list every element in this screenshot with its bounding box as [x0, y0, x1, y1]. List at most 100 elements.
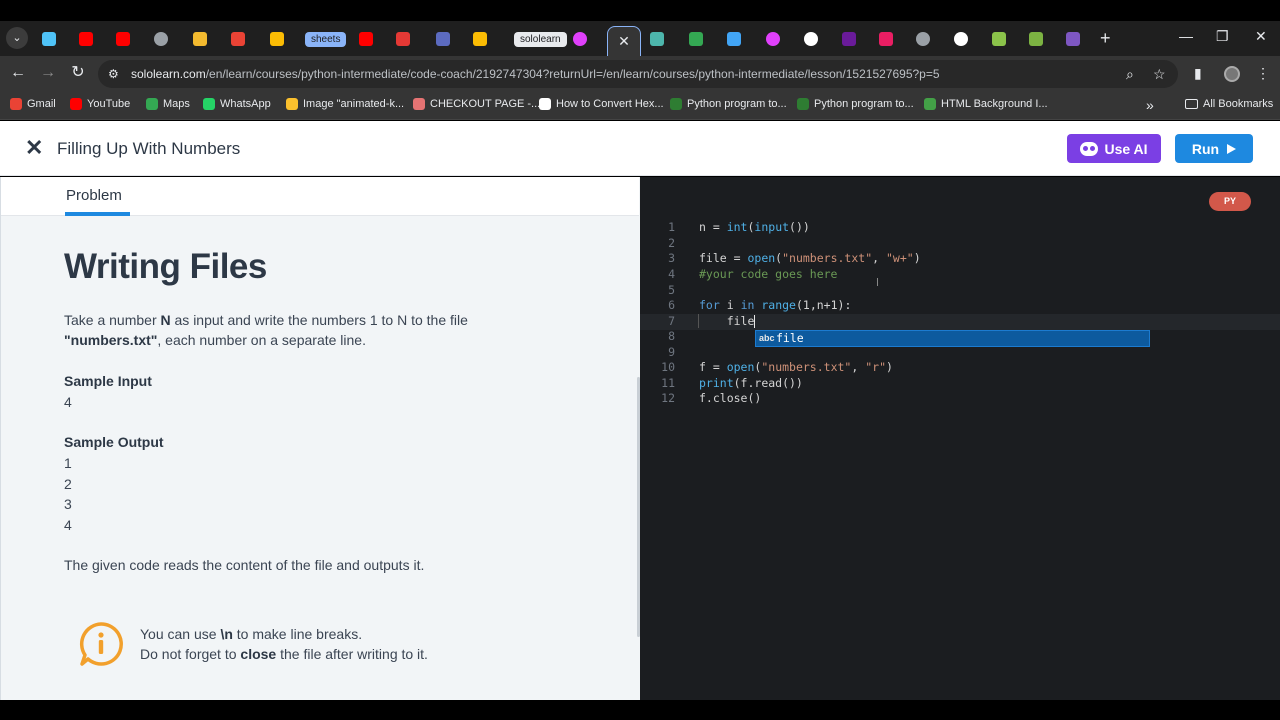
tab-chatgpt[interactable]: [436, 25, 450, 53]
close-tab-icon[interactable]: ✕: [618, 33, 630, 49]
close-lesson-button[interactable]: ✕: [25, 137, 43, 159]
tab-sheets[interactable]: sheets: [305, 25, 347, 53]
tab-chrome[interactable]: [954, 25, 968, 53]
tab-tree[interactable]: [992, 25, 1006, 53]
code-line[interactable]: 11 print(f.read()): [640, 376, 1280, 392]
tab-cloud[interactable]: [1066, 25, 1080, 53]
url-text[interactable]: sololearn.com/en/learn/courses/python-in…: [131, 67, 940, 81]
new-tab-button[interactable]: +: [1100, 29, 1111, 47]
use-ai-label: Use AI: [1104, 140, 1148, 157]
youtube-icon: [116, 32, 130, 46]
tab-drive[interactable]: [689, 25, 703, 53]
language-badge: PY: [1209, 192, 1251, 211]
tab-green[interactable]: [1029, 25, 1043, 53]
swirl-icon: [766, 32, 780, 46]
tab-red[interactable]: [396, 25, 410, 53]
side-panel-icon[interactable]: ▮: [1194, 65, 1202, 82]
mouse-cursor: [877, 278, 878, 286]
bookmark-star-icon[interactable]: ☆: [1153, 66, 1166, 83]
tab-upwork[interactable]: [842, 25, 856, 53]
moon-icon: [727, 32, 741, 46]
tab-sololearn[interactable]: sololearn: [514, 25, 567, 53]
bottom-black-bar: [0, 700, 1280, 720]
bookmark-image[interactable]: Image "animated-k...: [286, 98, 404, 110]
tab-strip: ⌄ sheets sololearn ✕ + — ❐ ✕: [0, 21, 1280, 56]
tab-m[interactable]: [42, 25, 56, 53]
minimize-button[interactable]: —: [1179, 28, 1193, 44]
bookmark-python-1[interactable]: Python program to...: [670, 98, 787, 110]
maximize-button[interactable]: ❐: [1216, 28, 1229, 45]
code-line-current[interactable]: 7 file: [640, 314, 1280, 330]
info-icon: [79, 622, 123, 666]
code-line[interactable]: 3 file = open("numbers.txt", "w+"): [640, 251, 1280, 267]
back-button[interactable]: ←: [8, 64, 28, 82]
bookmark-whatsapp[interactable]: WhatsApp: [203, 98, 271, 110]
code-line[interactable]: 2: [640, 236, 1280, 252]
text-kind-icon: abc: [759, 333, 775, 343]
tab-swirl-1[interactable]: [573, 25, 587, 53]
reload-button[interactable]: ↻: [68, 64, 88, 82]
use-ai-button[interactable]: Use AI: [1067, 134, 1161, 163]
tab-maps[interactable]: [270, 25, 284, 53]
sample-output-line: 2: [64, 476, 72, 492]
bookmark-label: How to Convert Hex...: [556, 98, 664, 110]
bookmarks-overflow-button[interactable]: »: [1146, 97, 1154, 113]
code-line[interactable]: 5: [640, 283, 1280, 299]
profile-avatar[interactable]: [1224, 66, 1240, 82]
tab-swirl-2[interactable]: [766, 25, 780, 53]
ai-icon: [1080, 141, 1099, 156]
code-line[interactable]: 6 for i in range(1,n+1):: [640, 298, 1280, 314]
hint-line1: You can use \n to make line breaks.: [140, 626, 363, 642]
tab-youtube-1[interactable]: [79, 25, 93, 53]
tab-teal[interactable]: [650, 25, 664, 53]
tab-gmail[interactable]: [231, 25, 245, 53]
hint-line2: Do not forget to close the file after wr…: [140, 646, 428, 662]
tab-youtube-3[interactable]: [359, 25, 373, 53]
code-line[interactable]: 4 #your code goes here: [640, 267, 1280, 283]
forward-button[interactable]: →: [38, 64, 58, 82]
tab-binance[interactable]: [193, 25, 207, 53]
tab-problem[interactable]: Problem: [66, 187, 122, 204]
autocomplete-suggestion[interactable]: abc file: [755, 330, 1150, 347]
bookmark-html-bg[interactable]: HTML Background I...: [924, 98, 1048, 110]
site-info-icon[interactable]: ⚙: [108, 67, 122, 81]
code-line[interactable]: 12 f.close(): [640, 391, 1280, 407]
m-icon: [42, 32, 56, 46]
bookmark-hex[interactable]: How to Convert Hex...: [539, 98, 664, 110]
bookmark-maps[interactable]: Maps: [146, 98, 190, 110]
bookmark-python-2[interactable]: Python program to...: [797, 98, 914, 110]
bookmark-checkout[interactable]: CHECKOUT PAGE -...: [413, 98, 540, 110]
run-button[interactable]: Run: [1175, 134, 1253, 163]
globe-icon: [916, 32, 930, 46]
zoom-icon[interactable]: ⌕: [1126, 66, 1134, 83]
menu-icon[interactable]: ⋮: [1256, 65, 1270, 82]
tab-moon[interactable]: [727, 25, 741, 53]
app-icon: [650, 32, 664, 46]
tab-youtube-2[interactable]: [116, 25, 130, 53]
problem-panel: Problem Writing Files Take a number N as…: [0, 177, 640, 700]
tab-google[interactable]: [804, 25, 818, 53]
all-bookmarks-button[interactable]: All Bookmarks: [1185, 98, 1273, 110]
maps-icon: [270, 32, 284, 46]
tab-search-button[interactable]: ⌄: [6, 27, 28, 49]
window-close-button[interactable]: ✕: [1255, 28, 1267, 45]
bookmark-youtube[interactable]: YouTube: [70, 98, 130, 110]
tab-globe-2[interactable]: [916, 25, 930, 53]
docs-icon: [473, 32, 487, 46]
tab-docs[interactable]: [473, 25, 487, 53]
bookmark-label: Maps: [163, 98, 190, 110]
bookmark-gmail[interactable]: Gmail: [10, 98, 56, 110]
sample-input-value: 4: [64, 394, 72, 410]
problem-tabbar: Problem: [1, 177, 639, 216]
youtube-icon: [79, 32, 93, 46]
code-line[interactable]: 1n = int(input()): [640, 220, 1280, 236]
code-line[interactable]: 9: [640, 345, 1280, 361]
active-tab[interactable]: ✕: [607, 26, 641, 56]
screen: ⌄ sheets sololearn ✕ + — ❐ ✕ ← → ↻ ⚙ solo…: [0, 0, 1280, 720]
sample-output-line: 4: [64, 517, 72, 533]
code-line[interactable]: 10 f = open("numbers.txt", "r"): [640, 360, 1280, 376]
tab-instagram[interactable]: [879, 25, 893, 53]
code-editor[interactable]: PY 1n = int(input()) 2 3 file = open("num…: [640, 177, 1280, 700]
address-bar[interactable]: ⚙ sololearn.com/en/learn/courses/python-…: [98, 60, 1178, 88]
tab-globe[interactable]: [154, 25, 168, 53]
